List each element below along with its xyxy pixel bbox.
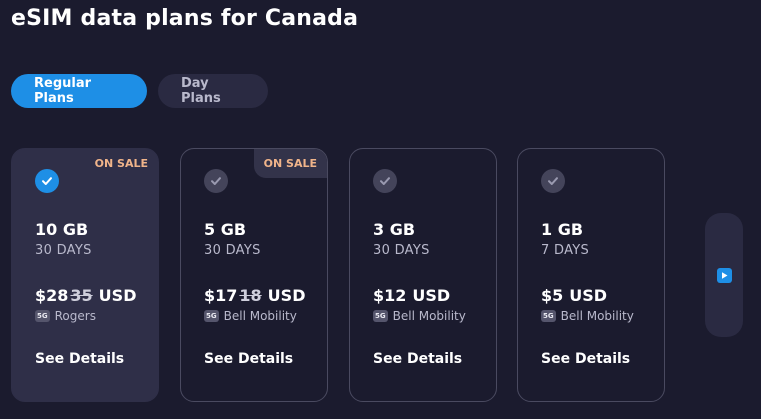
check-icon: [373, 169, 397, 193]
check-icon: [35, 169, 59, 193]
current-price: $28: [35, 286, 69, 305]
plan-price: $5 USD: [541, 286, 607, 305]
see-details-link[interactable]: See Details: [541, 351, 630, 367]
current-price: $12: [373, 286, 407, 305]
old-price: 18: [239, 286, 262, 305]
scroll-next-button[interactable]: [705, 213, 743, 337]
current-price: $17: [204, 286, 238, 305]
plan-price: $17 18 USD: [204, 286, 305, 305]
currency: USD: [412, 286, 451, 305]
sale-badge: ON SALE: [253, 149, 327, 178]
operator-name: Bell Mobility: [392, 309, 466, 323]
currency: USD: [98, 286, 137, 305]
plan-card-3gb[interactable]: 3 GB 30 DAYS $12 USD 5G Bell Mobility See …: [349, 148, 497, 402]
plan-price: $12 USD: [373, 286, 450, 305]
operator-row: 5G Bell Mobility: [373, 309, 485, 323]
operator-row: 5G Rogers: [35, 309, 147, 323]
plan-card-10gb[interactable]: ON SALE 10 GB 30 DAYS $28 35 USD 5G Rogers …: [11, 148, 159, 402]
currency: USD: [267, 286, 306, 305]
see-details-link[interactable]: See Details: [204, 351, 293, 367]
plan-duration: 30 DAYS: [373, 243, 430, 258]
sale-badge: ON SALE: [94, 157, 148, 170]
current-price: $5: [541, 286, 564, 305]
operator-name: Rogers: [54, 309, 96, 323]
plan-duration: 30 DAYS: [204, 243, 261, 258]
tab-day-plans[interactable]: Day Plans: [158, 74, 268, 108]
plan-card-1gb[interactable]: 1 GB 7 DAYS $5 USD 5G Bell Mobility See De…: [517, 148, 665, 402]
check-icon: [204, 169, 228, 193]
operator-name: Bell Mobility: [560, 309, 634, 323]
plan-data: 1 GB: [541, 220, 584, 239]
check-icon: [541, 169, 565, 193]
5g-icon: 5G: [541, 310, 556, 322]
tab-regular-plans[interactable]: Regular Plans: [11, 74, 147, 108]
currency: USD: [569, 286, 608, 305]
see-details-link[interactable]: See Details: [373, 351, 462, 367]
see-details-link[interactable]: See Details: [35, 351, 124, 367]
plan-data: 10 GB: [35, 220, 89, 239]
5g-icon: 5G: [373, 310, 388, 322]
operator-row: 5G Bell Mobility: [204, 309, 316, 323]
operator-name: Bell Mobility: [223, 309, 297, 323]
plan-duration: 30 DAYS: [35, 243, 92, 258]
plan-card-5gb[interactable]: ON SALE 5 GB 30 DAYS $17 18 USD 5G Bell Mob…: [180, 148, 328, 402]
5g-icon: 5G: [35, 310, 50, 322]
plan-price: $28 35 USD: [35, 286, 136, 305]
page-title: eSIM data plans for Canada: [11, 6, 359, 31]
5g-icon: 5G: [204, 310, 219, 322]
plan-data: 3 GB: [373, 220, 416, 239]
plan-tabs: Regular Plans Day Plans: [11, 74, 268, 108]
old-price: 35: [70, 286, 93, 305]
operator-row: 5G Bell Mobility: [541, 309, 653, 323]
plan-duration: 7 DAYS: [541, 243, 590, 258]
play-icon: [716, 267, 732, 283]
plan-data: 5 GB: [204, 220, 247, 239]
